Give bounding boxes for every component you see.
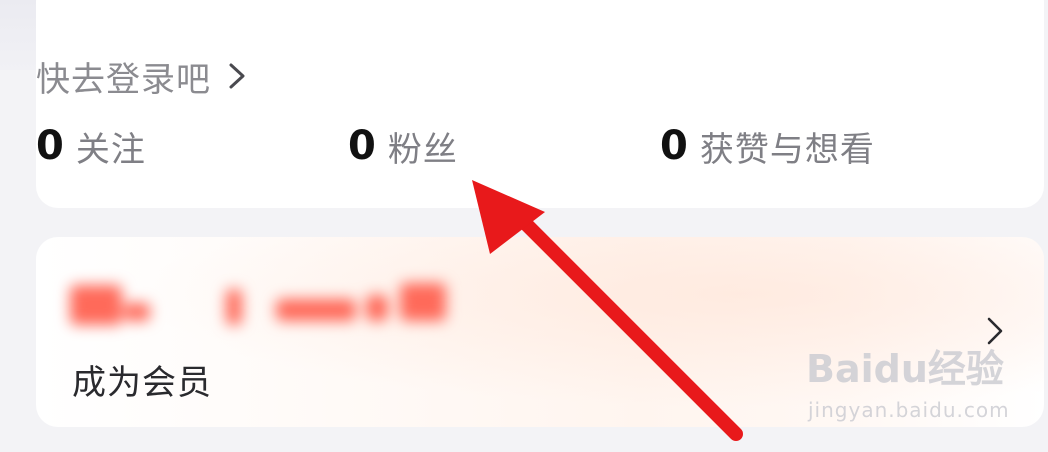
baidu-watermark: Baidu经验 jingyan.baidu.com [806,338,1009,434]
likes-label: 获赞与想看 [699,129,875,170]
membership-blurred-banner [66,275,466,335]
stat-likes[interactable]: 0 获赞与想看 [660,118,875,174]
followers-label: 粉丝 [387,129,458,170]
stats-row: 0 关注 0 粉丝 0 获赞与想看 [36,118,996,174]
watermark-url: jingyan.baidu.com [808,398,1010,422]
watermark-brand: Baidu经验 [806,347,1004,391]
following-count: 0 [36,123,64,169]
login-prompt-link[interactable]: 快去登录吧 [36,52,249,100]
following-label: 关注 [75,129,146,170]
membership-label: 成为会员 [72,363,212,403]
stat-followers[interactable]: 0 粉丝 [348,118,458,174]
profile-card [36,0,1044,208]
stat-following[interactable]: 0 关注 [36,118,146,174]
login-prompt-text: 快去登录吧 [36,59,211,100]
followers-count: 0 [348,123,376,169]
chevron-right-icon [229,63,245,89]
likes-count: 0 [660,123,688,169]
